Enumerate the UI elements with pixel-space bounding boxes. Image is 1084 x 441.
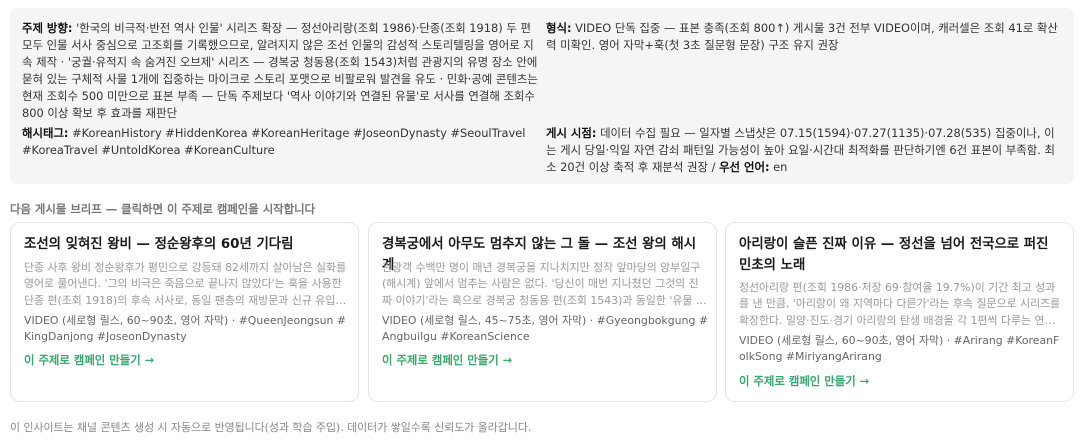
brief-heading: 다음 게시물 브리프 — 클릭하면 이 주제로 캠페인을 시작합니다 xyxy=(10,202,316,216)
brief-card[interactable]: 조선의 잊혀진 왕비 — 정순왕후의 60년 기다림 단종 사후 왕비 정순왕후… xyxy=(10,222,359,402)
brief-card-description: 정선아리랑 편(조회 1986·저장 69·참여율 19.7%)이 기간 최고 … xyxy=(739,281,1065,327)
brief-card[interactable]: 아리랑이 슬픈 진짜 이유 — 정선을 넘어 전국으로 퍼진 민초의 노래 정선… xyxy=(725,222,1074,402)
hashtag-recommendation: 해시태그: #KoreanHistory #HiddenKorea #Korea… xyxy=(22,125,538,159)
timing-label: 게시 시점: xyxy=(546,126,597,140)
language-value: en xyxy=(773,159,788,174)
hashtag-text: #KoreanHistory #HiddenKorea #KoreanHerit… xyxy=(22,126,526,157)
posting-timing: 게시 시점: 데이터 수집 필요 — 일자별 스냅샷은 07.15(1594)·… xyxy=(546,125,1062,176)
brief-card-title: 아리랑이 슬픈 진짜 이유 — 정선을 넘어 전국으로 퍼진 민초의 노래 xyxy=(739,237,1049,273)
hashtag-label: 해시태그: xyxy=(22,126,69,140)
format-text: VIDEO 단독 집중 — 표본 충족(조회 800↑) 게시물 3건 전부 V… xyxy=(546,21,1058,52)
footer-note: 이 인사이트는 채널 콘텐츠 생성 시 자동으로 반영됩니다(성과 학습 주입)… xyxy=(10,421,532,434)
create-campaign-link[interactable]: 이 주제로 캠페인 만들기 → xyxy=(739,373,869,389)
topic-direction-text: '한국의 비극적·반전 역사 인물' 시리즈 확장 — 정선아리랑(조회 198… xyxy=(22,21,538,120)
insight-panel: 주제 방향: '한국의 비극적·반전 역사 인물' 시리즈 확장 — 정선아리랑… xyxy=(10,8,1074,184)
brief-card-meta: VIDEO (세로형 릴스, 45~75초, 영어 자막) · #Gyeongb… xyxy=(382,314,708,344)
timing-text: 데이터 수집 필요 — 일자별 스냅샷은 07.15(1594)·07.27(1… xyxy=(546,126,1055,174)
create-campaign-link[interactable]: 이 주제로 캠페인 만들기 → xyxy=(24,352,154,368)
brief-card-description: 단종 사후 왕비 정순왕후가 평민으로 강등돼 82세까지 살아남은 실화를 영… xyxy=(24,261,347,307)
brief-card[interactable]: 경복궁에서 아무도 멈추지 않는 그 돌 — 조선 왕의 해시계 관광객 수백만… xyxy=(368,222,717,402)
brief-card-title: 조선의 잊혀진 왕비 — 정순왕후의 60년 기다림 xyxy=(24,237,294,252)
create-campaign-link[interactable]: 이 주제로 캠페인 만들기 → xyxy=(382,352,512,368)
topic-direction-label: 주제 방향: xyxy=(22,21,73,35)
format-recommendation: 형식: VIDEO 단독 집중 — 표본 충족(조회 800↑) 게시물 3건 … xyxy=(546,20,1062,54)
format-label: 형식: xyxy=(546,21,572,35)
brief-card-description: 관광객 수백만 명이 매년 경복궁을 지나치지만 정작 앞마당의 앙부일구(해시… xyxy=(382,261,706,307)
language-label: 우선 언어: xyxy=(719,159,770,174)
topic-direction: 주제 방향: '한국의 비극적·반전 역사 인물' 시리즈 확장 — 정선아리랑… xyxy=(22,20,538,121)
brief-card-meta: VIDEO (세로형 릴스, 60~90초, 영어 자막) · #QueenJe… xyxy=(24,314,347,344)
brief-card-meta: VIDEO (세로형 릴스, 60~90초, 영어 자막) · #Arirang… xyxy=(739,334,1060,364)
